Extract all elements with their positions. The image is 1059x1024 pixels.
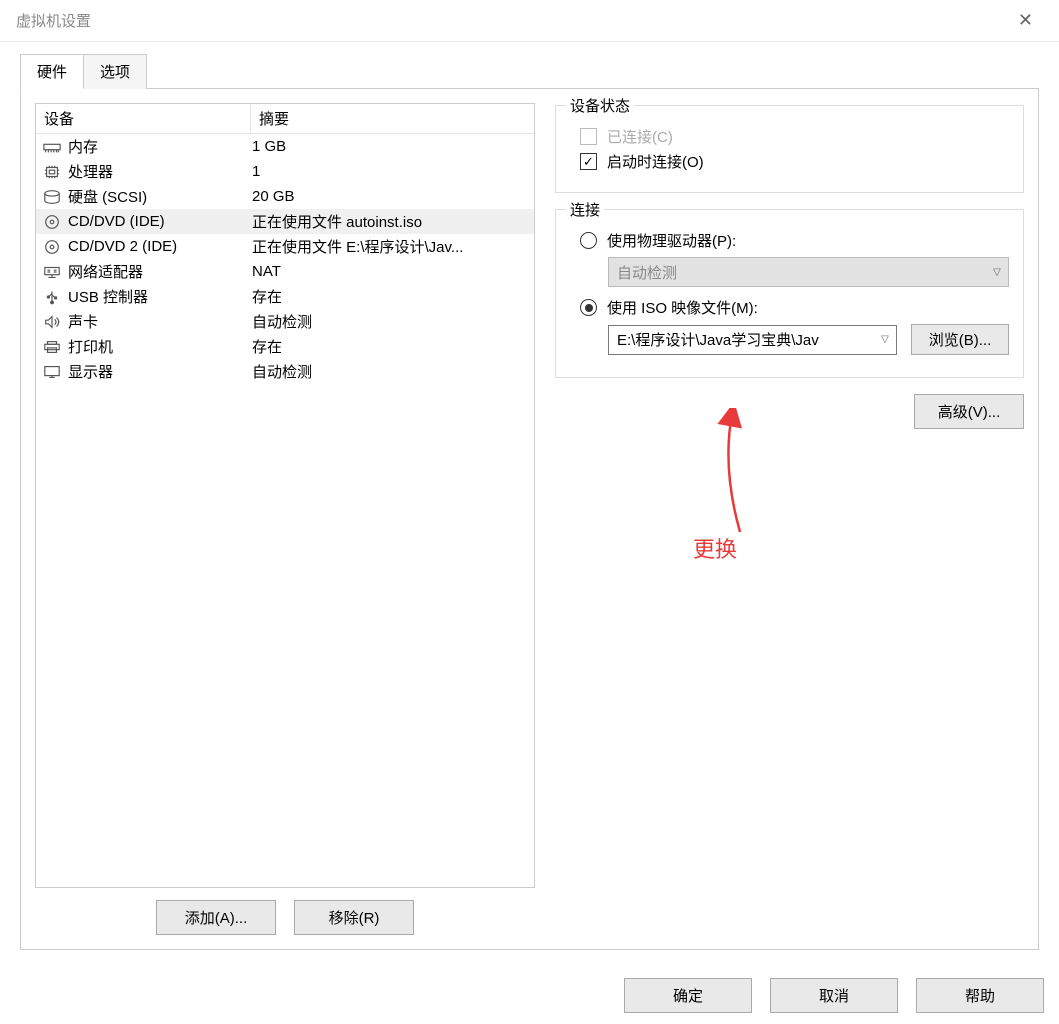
remove-button[interactable]: 移除(R) <box>294 900 414 935</box>
device-summary: 1 GB <box>252 138 528 155</box>
device-summary: 自动检测 <box>252 311 528 332</box>
connection-group: 连接 使用物理驱动器(P): 自动检测 ▽ 使用 ISO 映像文件(M): E:… <box>555 209 1024 378</box>
device-summary: 存在 <box>252 336 528 357</box>
device-summary: 存在 <box>252 286 528 307</box>
device-row[interactable]: 显示器自动检测 <box>36 359 534 384</box>
device-name: 网络适配器 <box>68 261 252 282</box>
device-summary: 正在使用文件 autoinst.iso <box>252 211 528 232</box>
device-name: 硬盘 (SCSI) <box>68 186 252 207</box>
right-column: 设备状态 已连接(C) 启动时连接(O) 连接 使用物理驱动器(P): 自动检测… <box>555 103 1024 935</box>
tab-strip: 硬件 选项 <box>0 54 1059 89</box>
close-icon[interactable]: ✕ <box>1008 6 1043 35</box>
device-row[interactable]: 硬盘 (SCSI)20 GB <box>36 184 534 209</box>
device-row[interactable]: CD/DVD (IDE)正在使用文件 autoinst.iso <box>36 209 534 234</box>
browse-button[interactable]: 浏览(B)... <box>911 324 1009 355</box>
device-summary: NAT <box>252 263 528 280</box>
radio-icon <box>580 299 597 316</box>
physical-drive-value: 自动检测 <box>609 262 986 283</box>
net-icon <box>42 262 62 282</box>
device-status-legend: 设备状态 <box>566 95 634 116</box>
connected-checkbox: 已连接(C) <box>570 126 1009 147</box>
use-iso-radio[interactable]: 使用 ISO 映像文件(M): <box>570 297 1009 318</box>
usb-icon <box>42 287 62 307</box>
device-name: 声卡 <box>68 311 252 332</box>
title-bar: 虚拟机设置 ✕ <box>0 0 1059 42</box>
device-name: 打印机 <box>68 336 252 357</box>
column-header-device[interactable]: 设备 <box>36 104 251 133</box>
device-list: 设备 摘要 内存1 GB处理器1硬盘 (SCSI)20 GBCD/DVD (ID… <box>35 103 535 888</box>
use-iso-label: 使用 ISO 映像文件(M): <box>607 297 758 318</box>
connect-on-start-checkbox[interactable]: 启动时连接(O) <box>570 151 1009 172</box>
device-row[interactable]: 处理器1 <box>36 159 534 184</box>
tab-options[interactable]: 选项 <box>84 54 147 89</box>
device-name: 显示器 <box>68 361 252 382</box>
device-summary: 正在使用文件 E:\程序设计\Jav... <box>252 236 528 257</box>
device-row[interactable]: 声卡自动检测 <box>36 309 534 334</box>
device-list-header: 设备 摘要 <box>36 104 534 134</box>
device-name: CD/DVD 2 (IDE) <box>68 238 252 255</box>
device-summary: 1 <box>252 163 528 180</box>
iso-path-combo[interactable]: E:\程序设计\Java学习宝典\Jav ▽ <box>608 325 897 355</box>
disk-icon <box>42 187 62 207</box>
connection-legend: 连接 <box>566 199 604 220</box>
chevron-down-icon: ▽ <box>874 334 896 345</box>
memory-icon <box>42 137 62 157</box>
device-name: 内存 <box>68 136 252 157</box>
footer-buttons: 确定 取消 帮助 <box>609 967 1059 1024</box>
printer-icon <box>42 337 62 357</box>
chevron-down-icon: ▽ <box>986 267 1008 278</box>
device-row[interactable]: 内存1 GB <box>36 134 534 159</box>
help-button[interactable]: 帮助 <box>916 978 1044 1013</box>
tab-hardware[interactable]: 硬件 <box>20 54 84 89</box>
device-name: CD/DVD (IDE) <box>68 213 252 230</box>
use-physical-label: 使用物理驱动器(P): <box>607 230 736 251</box>
device-name: USB 控制器 <box>68 286 252 307</box>
connected-label: 已连接(C) <box>607 126 673 147</box>
display-icon <box>42 362 62 382</box>
column-header-summary[interactable]: 摘要 <box>251 104 534 133</box>
device-buttons: 添加(A)... 移除(R) <box>35 900 535 935</box>
ok-button[interactable]: 确定 <box>624 978 752 1013</box>
cd-icon <box>42 237 62 257</box>
device-name: 处理器 <box>68 161 252 182</box>
sound-icon <box>42 312 62 332</box>
cpu-icon <box>42 162 62 182</box>
cancel-button[interactable]: 取消 <box>770 978 898 1013</box>
device-row[interactable]: 打印机存在 <box>36 334 534 359</box>
window-title: 虚拟机设置 <box>16 10 91 31</box>
device-row[interactable]: 网络适配器NAT <box>36 259 534 284</box>
left-column: 设备 摘要 内存1 GB处理器1硬盘 (SCSI)20 GBCD/DVD (ID… <box>35 103 535 935</box>
device-status-group: 设备状态 已连接(C) 启动时连接(O) <box>555 105 1024 193</box>
add-button[interactable]: 添加(A)... <box>156 900 276 935</box>
connect-on-start-label: 启动时连接(O) <box>607 151 704 172</box>
checkbox-icon <box>580 153 597 170</box>
device-row[interactable]: CD/DVD 2 (IDE)正在使用文件 E:\程序设计\Jav... <box>36 234 534 259</box>
device-summary: 自动检测 <box>252 361 528 382</box>
checkbox-icon <box>580 128 597 145</box>
advanced-button[interactable]: 高级(V)... <box>914 394 1024 429</box>
use-physical-radio[interactable]: 使用物理驱动器(P): <box>570 230 1009 251</box>
content-frame: 设备 摘要 内存1 GB处理器1硬盘 (SCSI)20 GBCD/DVD (ID… <box>20 88 1039 950</box>
cd-icon <box>42 212 62 232</box>
device-summary: 20 GB <box>252 188 528 205</box>
iso-path-value: E:\程序设计\Java学习宝典\Jav <box>609 329 874 350</box>
physical-drive-combo: 自动检测 ▽ <box>608 257 1009 287</box>
radio-icon <box>580 232 597 249</box>
device-row[interactable]: USB 控制器存在 <box>36 284 534 309</box>
